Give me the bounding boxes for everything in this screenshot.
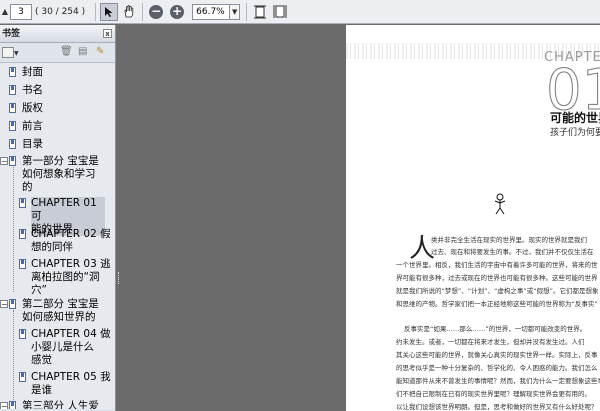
bookmark-icon <box>9 139 16 149</box>
body-text-line: 约未发生。或者，一切都在将来才发生，但却并没有发生过。人们 <box>396 338 585 346</box>
splitter-handle[interactable] <box>118 272 121 284</box>
document-page: CHAPTER 01 可能的世界 孩子们为何要假 人 类并非完全生活在现实的世界… <box>346 25 600 411</box>
bookmark-item-line: 小婴儿是什么 <box>31 341 94 353</box>
zoom-in-button[interactable]: + <box>168 3 186 21</box>
delete-bookmark-icon[interactable]: 🗑 <box>60 46 73 57</box>
toolbar-divider <box>95 2 97 21</box>
bookmark-item-chapter-02[interactable]: CHAPTER 02 假 想的同伴 <box>31 228 111 254</box>
body-text-line: 能知道那件从来不曾发生的事情呢？然而，我们为什么一定要想象这些事 <box>396 377 600 385</box>
bookmark-item-cover[interactable]: 封面 <box>22 66 43 79</box>
close-panel-icon[interactable]: x <box>103 29 112 38</box>
bookmark-item-title[interactable]: 书名 <box>22 84 43 97</box>
bookmark-item-line: 第二部分 宝宝是 <box>22 298 99 310</box>
body-text-line: 一个世界里。相反，我们生活的宇宙中有着许多可能的世界，将来的世 <box>396 261 598 269</box>
bookmark-item-preface[interactable]: 前言 <box>22 120 43 133</box>
bookmark-tree: 封面 书名 版权 前言 目录 − 第一部分 宝宝是 如何想象和学习 的 CHAP… <box>0 63 115 409</box>
bookmark-icon <box>9 401 16 409</box>
bookmark-item-line: 离柏拉图的“洞 <box>31 271 100 283</box>
bookmark-item-line: CHAPTER 02 假 <box>31 228 111 240</box>
toolbar-divider <box>142 2 144 21</box>
options-menu-icon[interactable] <box>2 47 14 58</box>
collapse-icon[interactable]: − <box>0 300 8 309</box>
hand-tool-icon[interactable] <box>120 3 138 21</box>
bookmark-item-line: 如何想象和学习 <box>22 168 96 180</box>
bookmark-item-chapter-04[interactable]: CHAPTER 04 做 小婴儿是什么 感觉 <box>31 328 111 367</box>
bookmark-item-part-1[interactable]: 第一部分 宝宝是 如何想象和学习 的 <box>22 155 99 194</box>
bookmark-icon <box>9 121 16 131</box>
bookmark-icon <box>19 229 26 239</box>
body-text-line: 其关心这些可能的世界，就像关心真实的现实世界一样。实际上，反事 <box>396 351 598 359</box>
bookmark-item-line: CHAPTER 05 我 <box>31 371 111 383</box>
body-text-line: 们不把自己限制在已有的现实世界里呢？理解现实世界会更有用的。 <box>396 390 591 398</box>
bookmark-icon <box>9 299 16 309</box>
bookmark-item-chapter-03[interactable]: CHAPTER 03 逃 离柏拉图的“洞 穴” <box>31 258 111 297</box>
drop-cap: 人 <box>409 234 436 264</box>
toolbar: ▲ 3 ( 30 / 254 ) − + 66.7% ▼ <box>0 0 600 24</box>
toolbar-divider <box>246 2 248 21</box>
bookmark-item-line: CHAPTER 03 逃 <box>31 258 111 270</box>
bookmark-item-line: 如何感知世界的 <box>22 311 96 323</box>
bookmark-item-chapter-05[interactable]: CHAPTER 05 我 是谁 <box>31 371 111 397</box>
bookmark-item-line: 的 <box>22 181 33 193</box>
stick-figure-illustration <box>494 193 506 215</box>
new-bookmark-icon[interactable]: ▤ <box>78 46 87 57</box>
page-number-input[interactable]: 3 <box>10 3 32 20</box>
bookmark-item-line: 想的同伴 <box>31 241 73 253</box>
tree-line <box>13 167 14 292</box>
chapter-subtitle: 孩子们为何要假 <box>550 128 600 138</box>
body-text-line: 类并非完全生活在现实的世界里。现实的世界就是我们 <box>431 236 587 244</box>
bookmark-item-line: 穴” <box>31 284 47 296</box>
body-text-line: 的思考似乎是一种十分复杂的、哲学化的、令人困惑的能力。我们怎么 <box>396 364 598 372</box>
bookmark-icon <box>19 372 26 382</box>
zoom-level-input[interactable]: 66.7% <box>192 3 231 20</box>
bookmark-icon <box>9 103 16 113</box>
bookmarks-title-label: 书签 <box>2 29 21 39</box>
zoom-dropdown-icon[interactable]: ▼ <box>230 3 241 20</box>
bookmark-icon <box>19 198 26 208</box>
body-text-line: 和思维的产物。哲学家们把一本正经地称这些可能的世界称为“反事实” <box>396 300 598 308</box>
bookmark-icon <box>19 329 26 339</box>
bookmark-item-contents[interactable]: 目录 <box>22 138 43 151</box>
bookmarks-title: 书签 x <box>0 25 115 43</box>
options-dropdown-icon[interactable]: ▼ <box>14 50 19 57</box>
bookmark-icon <box>9 156 16 166</box>
chapter-title: 可能的世界 <box>550 111 600 125</box>
body-text-line: 以让我们设想该世界明朗。但是，思考和做好的世界又有什么好处呢？ <box>396 403 598 411</box>
bookmark-item-line: CHAPTER 04 做 <box>31 328 111 340</box>
bookmark-item-line: 感觉 <box>31 354 52 366</box>
body-text-line: 反事实是“如果……那么……”的世界，一切都可能改变的世界。 <box>404 325 587 333</box>
bookmark-icon <box>19 259 26 269</box>
bookmark-item-copyright[interactable]: 版权 <box>22 102 43 115</box>
body-text-line: 过去、现在和将要发生的事。不过，我们并不仅仅生活在 <box>431 248 594 256</box>
bookmarks-panel: 书签 x ▼ 🗑 ▤ ✎ 封面 书名 版权 前言 目录 − 第一部分 宝宝是 如… <box>0 25 116 411</box>
body-text-line: 界可能有很多种，过去或现在的世界也可能有很多种。这些可能的世界 <box>396 274 598 282</box>
page-up-icon[interactable]: ▲ <box>0 3 10 21</box>
select-cursor-icon[interactable] <box>100 2 119 21</box>
bookmark-item-part-3[interactable]: 第三部分 人生爱 <box>22 400 99 409</box>
bookmark-item-line: 第一部分 宝宝是 <box>22 155 99 167</box>
fit-width-icon[interactable] <box>271 3 289 21</box>
zoom-out-icon: − <box>149 3 164 19</box>
zoom-in-icon: + <box>170 3 185 19</box>
bookmarks-toolbar: ▼ 🗑 ▤ ✎ <box>0 43 115 63</box>
fit-page-icon[interactable] <box>251 3 269 21</box>
bookmark-item-line: CHAPTER 01 可 <box>31 197 97 222</box>
page-count: ( 30 / 254 ) <box>35 6 86 17</box>
zoom-out-button[interactable]: − <box>147 3 165 21</box>
bookmark-item-part-2[interactable]: 第二部分 宝宝是 如何感知世界的 <box>22 298 99 324</box>
bookmark-item-line: 是谁 <box>31 384 52 396</box>
bookmark-properties-icon[interactable]: ✎ <box>96 46 104 57</box>
document-viewer[interactable] <box>117 25 346 411</box>
bookmark-icon <box>9 67 16 77</box>
bookmark-icon <box>9 85 16 95</box>
collapse-icon[interactable]: − <box>0 157 8 166</box>
tree-line <box>13 310 14 409</box>
body-text-line: 就是我们所说的“梦想”、“计划”、“虚构之事”或“假想”。它们都是想象 <box>396 287 599 295</box>
expand-icon[interactable]: − <box>0 402 8 409</box>
